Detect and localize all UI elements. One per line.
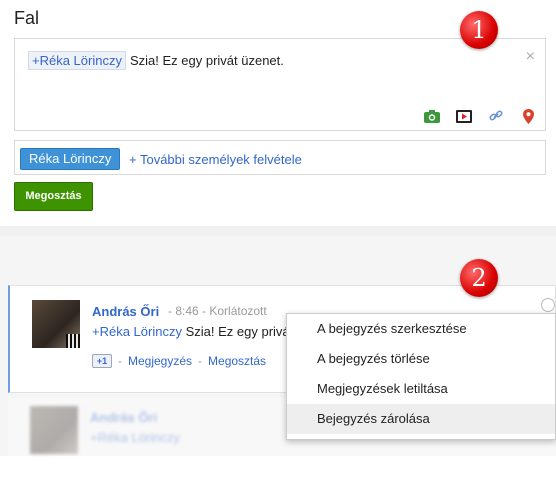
compose-message: Szia! Ez egy privát üzenet. xyxy=(129,53,284,68)
post-mention: +Réka Lörinczy xyxy=(90,430,180,445)
share-link[interactable]: Megosztás xyxy=(208,354,266,368)
post-content: +Réka Lörinczy xyxy=(90,430,180,445)
share-button[interactable]: Megosztás xyxy=(14,182,93,211)
separator: - xyxy=(198,354,203,368)
camera-icon[interactable] xyxy=(423,108,441,124)
recipient-chip[interactable]: Réka Lörinczy xyxy=(20,148,121,170)
post-author[interactable]: András Őri xyxy=(92,304,159,319)
separator: - xyxy=(118,354,122,368)
post-options-icon[interactable] xyxy=(541,298,555,312)
post-author: András Őri xyxy=(90,410,158,425)
avatar[interactable] xyxy=(32,300,80,348)
menu-item-delete[interactable]: A bejegyzés törlése xyxy=(287,344,555,374)
comment-link[interactable]: Megjegyzés xyxy=(128,354,192,368)
plus-one-button[interactable]: +1 xyxy=(92,354,112,368)
post-meta: - 8:46 - Korlátozott xyxy=(168,304,267,318)
post-text: Szia! Ez egy privát xyxy=(185,324,294,339)
link-icon[interactable] xyxy=(487,108,505,124)
menu-item-disable-comments[interactable]: Megjegyzések letiltása xyxy=(287,374,555,404)
step-badge: 2 xyxy=(460,259,498,297)
menu-item-edit[interactable]: A bejegyzés szerkesztése xyxy=(287,314,555,344)
section-divider xyxy=(0,226,556,236)
video-icon[interactable] xyxy=(455,108,473,124)
step-badge: 1 xyxy=(460,11,498,49)
compose-box[interactable]: +Réka Lörinczy Szia! Ez egy privát üzenet… xyxy=(14,38,546,131)
compose-text[interactable]: +Réka Lörinczy Szia! Ez egy privát üzenet… xyxy=(28,51,284,70)
post-mention[interactable]: +Réka Lörinczy xyxy=(92,324,182,339)
post-options-menu: A bejegyzés szerkesztése A bejegyzés tör… xyxy=(286,313,556,440)
page-title: Fal xyxy=(14,8,40,28)
share-recipients: Réka Lörinczy + További személyek felvét… xyxy=(14,140,546,175)
mention-chip[interactable]: +Réka Lörinczy xyxy=(28,51,126,70)
post-actions: +1 - Megjegyzés - Megosztás xyxy=(92,354,266,368)
location-pin-icon[interactable] xyxy=(519,108,537,124)
menu-item-lock[interactable]: Bejegyzés zárolása xyxy=(287,404,555,434)
close-icon[interactable]: × xyxy=(526,48,535,66)
avatar xyxy=(30,406,78,454)
qr-code-icon xyxy=(66,334,80,348)
post-content: +Réka Lörinczy Szia! Ez egy privát xyxy=(92,324,293,339)
compose-toolbar xyxy=(423,108,537,124)
add-people-link[interactable]: + További személyek felvétele xyxy=(129,152,302,167)
